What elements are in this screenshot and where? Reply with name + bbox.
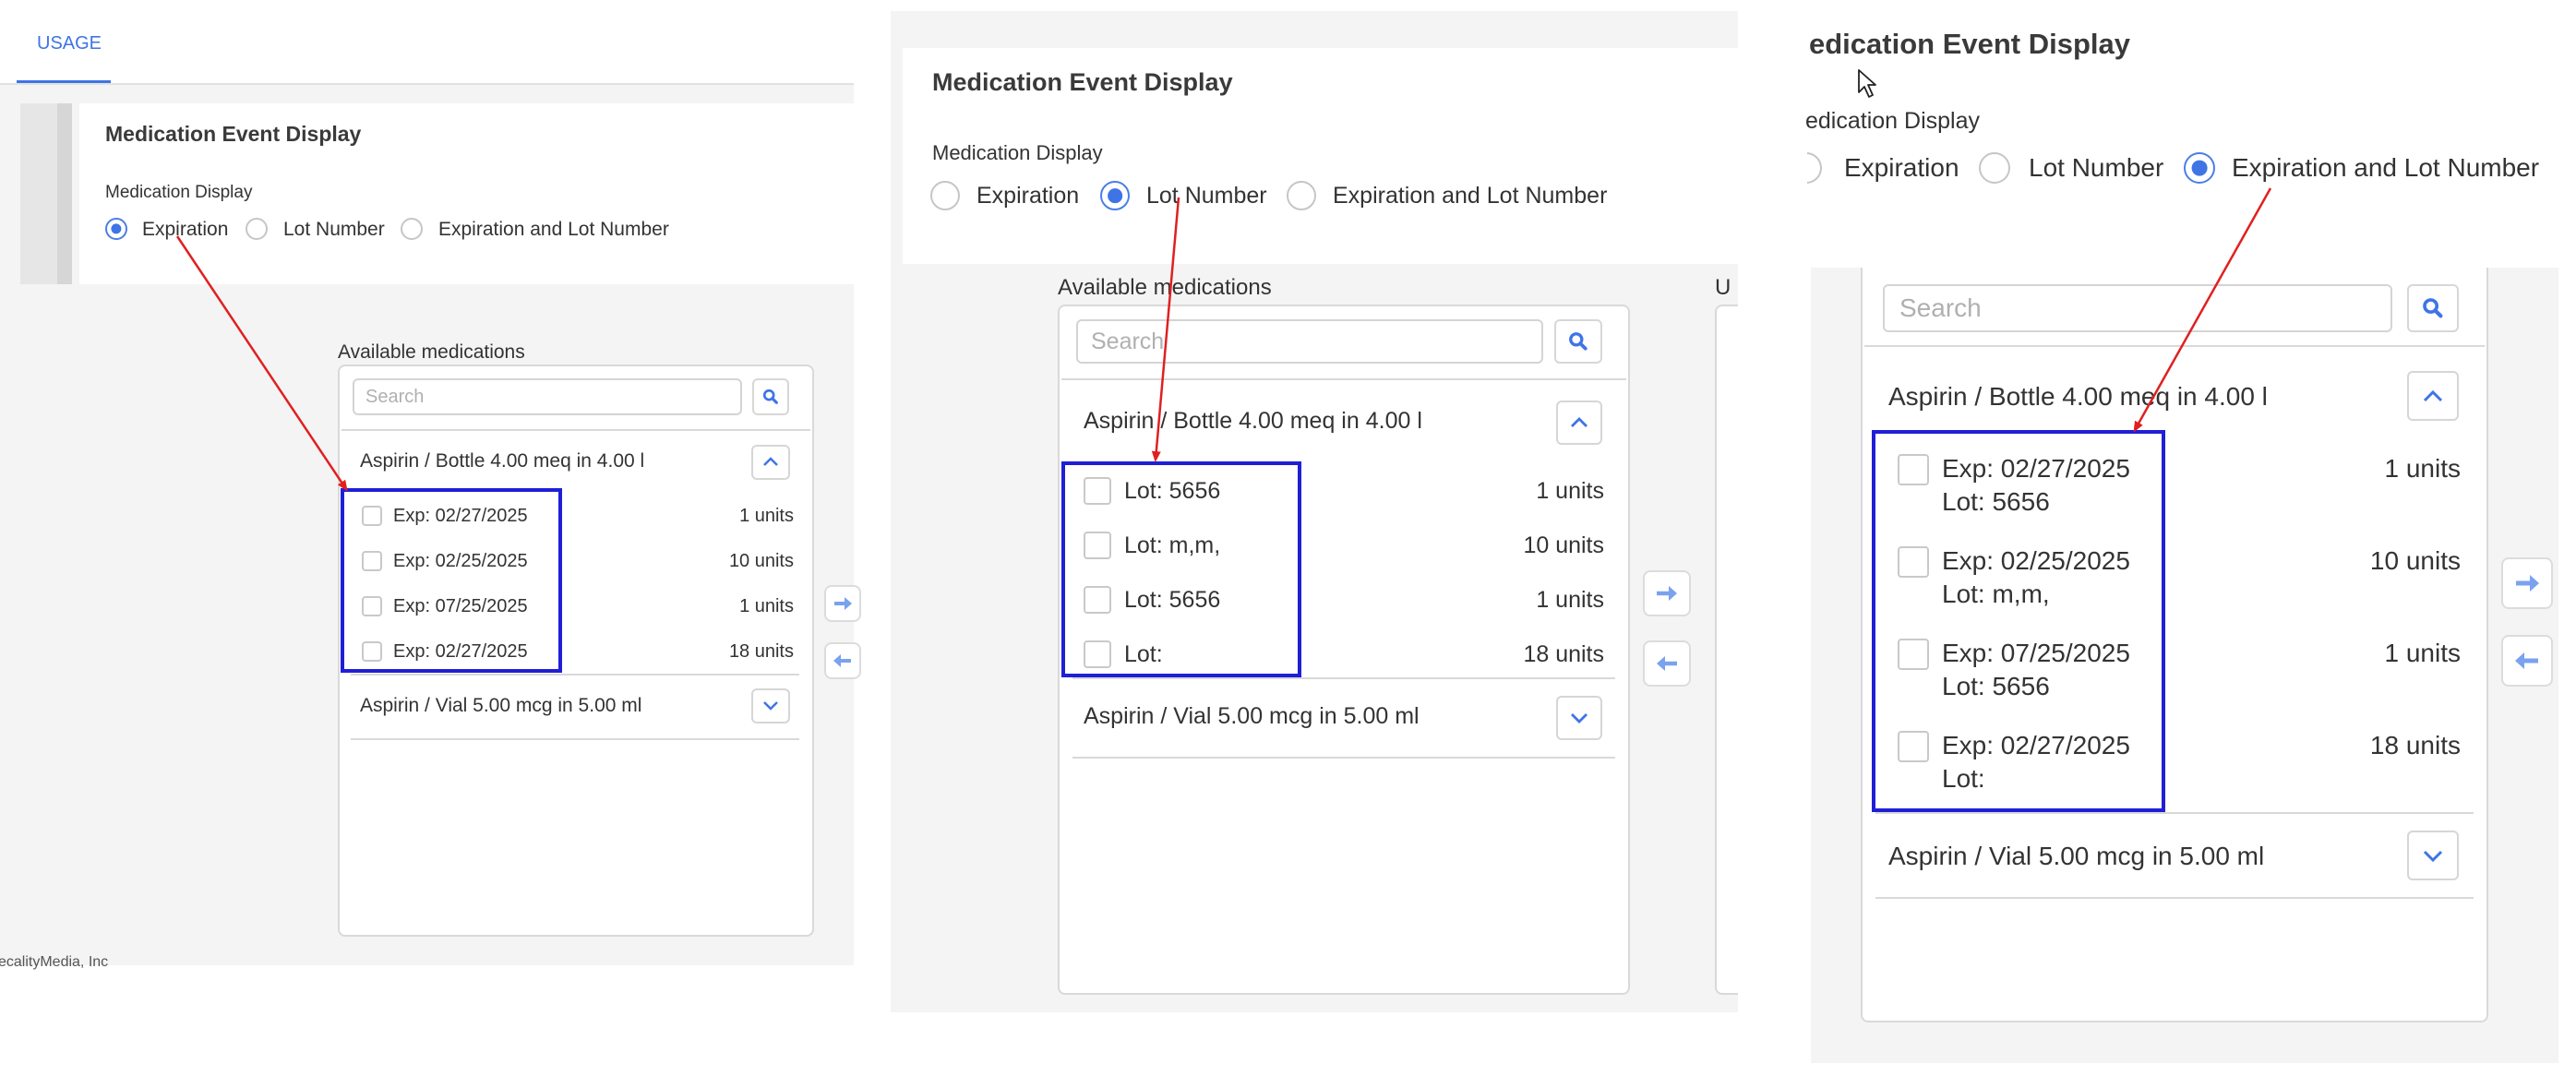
annotation-arrows [175,187,2272,492]
annotation-arrow-2 [1151,197,1180,462]
annotation-arrow-3 [2133,187,2272,433]
annotation-arrow-1 [175,235,348,492]
